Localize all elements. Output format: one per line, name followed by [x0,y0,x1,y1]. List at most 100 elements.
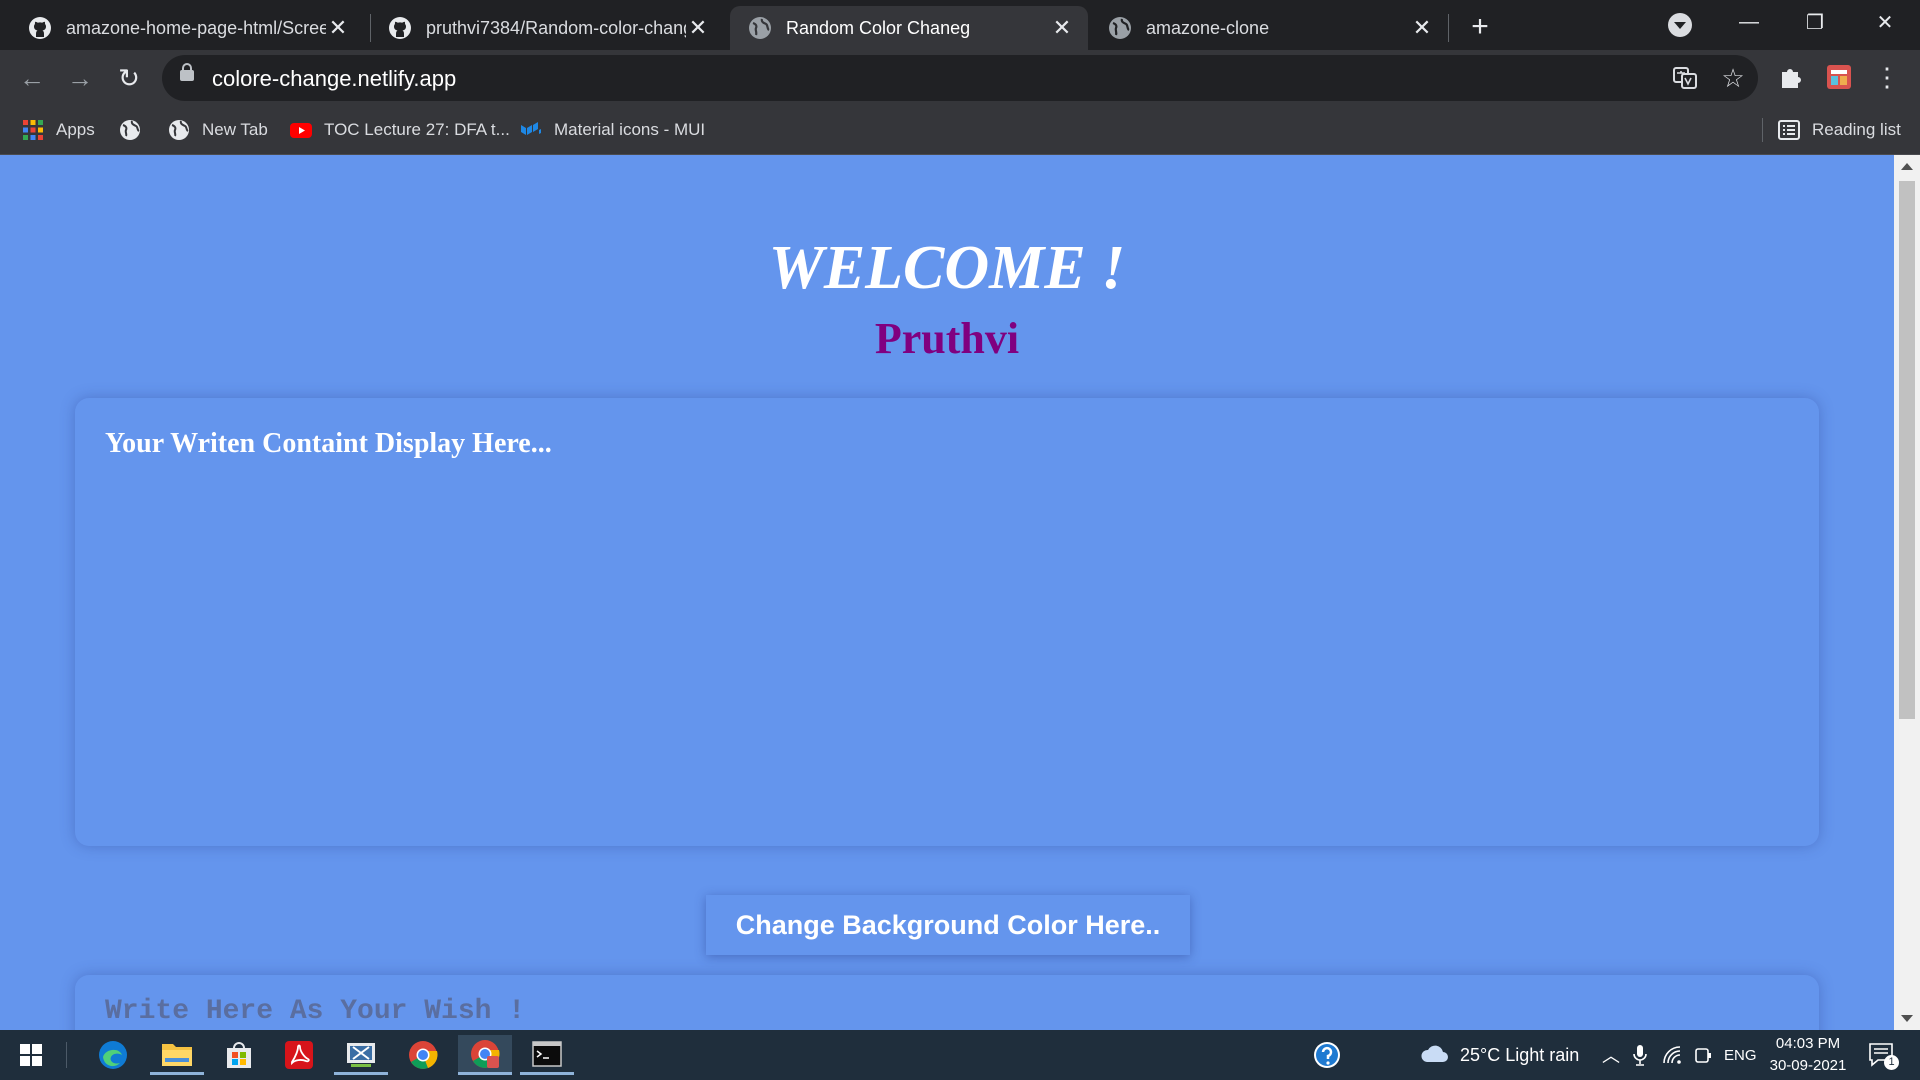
address-bar[interactable]: colore-change.netlify.app ☆ [162,55,1758,101]
write-input[interactable] [103,995,1787,1028]
chrome-profile-icon [471,1039,500,1068]
globe-icon [120,120,140,140]
bookmark-globe[interactable] [119,116,141,144]
github-icon [389,17,411,39]
scroll-up-arrow-icon[interactable] [1901,163,1913,170]
help-tray[interactable] [1312,1030,1342,1080]
url-text[interactable]: colore-change.netlify.app [212,66,456,92]
tab-close-icon[interactable]: ✕ [1050,15,1074,40]
scrollbar-thumb[interactable] [1899,181,1915,719]
bookmark-material-icons[interactable]: Material icons - MUI [520,116,705,144]
tab-title: pruthvi7384/Random-color-change [426,17,686,38]
scroll-down-arrow-icon[interactable] [1901,1015,1913,1022]
cloud-rain-icon [1421,1045,1448,1062]
clock-date: 30-09-2021 [1769,1057,1847,1074]
bookmarks-bar: Apps New Tab TOC Lecture 27: DFA t... Ma… [0,106,1920,155]
forward-button[interactable]: → [64,62,96,94]
show-hidden-icons[interactable]: ︿ [1602,1030,1620,1080]
taskbar-terminal[interactable] [520,1035,574,1075]
back-button[interactable]: ← [16,62,48,94]
tab-title: amazone-clone [1146,17,1270,38]
tab-close-icon[interactable]: ✕ [326,15,350,40]
tab-close-icon[interactable]: ✕ [1410,15,1434,40]
globe-icon [169,120,189,140]
reading-list-label: Reading list [1812,120,1901,139]
youtube-icon [290,123,312,138]
page-scrollbar[interactable] [1894,155,1920,1030]
extensions-puzzle-icon[interactable] [1776,62,1806,92]
snipping-tool-icon [347,1042,375,1067]
translate-icon[interactable] [1672,65,1698,91]
change-background-color-button[interactable]: Change Background Color Here.. [706,895,1190,955]
tab-random-color-change-repo[interactable]: pruthvi7384/Random-color-change ✕ [370,6,724,50]
new-tab-button[interactable]: + [1466,12,1494,42]
welcome-heading: WELCOME ! [768,234,1126,302]
bookmark-label: TOC Lecture 27: DFA t... [324,120,510,139]
weather-widget[interactable]: 25°C Light rain [1420,1030,1579,1080]
chevron-up-icon: ︿ [1602,1046,1620,1066]
profile-avatar-icon[interactable] [1824,62,1854,92]
taskbar-store[interactable] [212,1035,266,1075]
globe-icon [749,17,771,39]
microphone-tray[interactable] [1632,1030,1648,1080]
minimize-button[interactable]: — [1716,0,1782,44]
folder-icon [162,1043,192,1066]
language-text: ENG [1724,1046,1757,1064]
taskbar-file-explorer[interactable] [150,1035,204,1075]
tab-strip: amazone-home-page-html/Screensh ✕ pruthv… [0,0,1920,50]
clock[interactable]: 04:03 PM 30-09-2021 [1758,1033,1858,1077]
weather-text: 25°C Light rain [1460,1044,1580,1065]
taskbar-acrobat[interactable] [272,1035,326,1075]
bookmark-label: New Tab [202,120,268,139]
reading-list-button[interactable]: Reading list [1778,116,1901,144]
content-display-text: Your Writen Containt Display Here... [105,428,552,459]
reload-button[interactable]: ↻ [113,62,145,94]
start-button[interactable] [4,1035,58,1075]
windows-logo-icon [20,1044,42,1066]
acrobat-icon [285,1041,313,1069]
close-window-button[interactable]: ✕ [1852,0,1918,44]
taskbar-edge[interactable] [86,1035,140,1075]
chrome-menu-icon[interactable]: ⋮ [1872,62,1902,92]
store-bag-icon [227,1042,251,1068]
terminal-icon [532,1040,562,1067]
chrome-icon [409,1041,438,1069]
wifi-tray[interactable] [1662,1030,1682,1080]
bookmark-apps[interactable]: Apps [22,116,95,144]
restore-button[interactable]: ❐ [1782,0,1848,44]
bookmark-star-icon[interactable]: ☆ [1720,65,1746,91]
tab-close-icon[interactable]: ✕ [686,15,710,40]
content-display-box: Your Writen Containt Display Here... [75,398,1819,846]
battery-icon [1695,1048,1711,1063]
wifi-icon [1663,1046,1681,1064]
help-question-icon [1314,1042,1340,1068]
taskbar-chrome[interactable] [396,1035,450,1075]
windows-taskbar: 25°C Light rain ︿ ENG 04:03 PM 30-09-202… [0,1030,1920,1080]
bookmark-toc-lecture[interactable]: TOC Lecture 27: DFA t... [290,116,510,144]
globe-icon [1109,17,1131,39]
tab-random-color-chaneg[interactable]: Random Color Chaneg ✕ [730,6,1088,50]
microphone-icon [1633,1045,1647,1066]
taskbar-snipping-tool[interactable] [334,1035,388,1075]
bookmark-label: Apps [56,120,95,139]
taskbar-chrome-profile[interactable] [458,1035,512,1075]
tab-amazone-clone[interactable]: amazone-clone ✕ [1090,6,1448,50]
tab-amazone-home-page[interactable]: amazone-home-page-html/Screensh ✕ [10,6,364,50]
bookmark-new-tab[interactable]: New Tab [168,116,268,144]
taskbar-separator [66,1042,67,1068]
tab-title: amazone-home-page-html/Screensh [66,17,326,38]
lock-icon[interactable] [180,63,194,81]
reading-list-icon [1778,120,1800,140]
tab-title: Random Color Chaneg [786,17,971,38]
browser-toolbar: ← → ↻ colore-change.netlify.app ☆ [0,50,1920,106]
page-viewport: WELCOME ! Pruthvi Your Writen Containt D… [0,155,1894,1030]
apps-grid-icon [23,120,43,140]
mui-icon [521,122,541,135]
tab-search-icon[interactable] [1668,13,1692,37]
notification-center[interactable]: 1 [1868,1030,1899,1080]
display-tray[interactable] [1694,1030,1712,1080]
bookmark-label: Material icons - MUI [554,120,706,139]
clock-time: 04:03 PM [1775,1035,1841,1052]
edge-icon [99,1041,127,1069]
language-indicator[interactable]: ENG [1724,1030,1757,1080]
